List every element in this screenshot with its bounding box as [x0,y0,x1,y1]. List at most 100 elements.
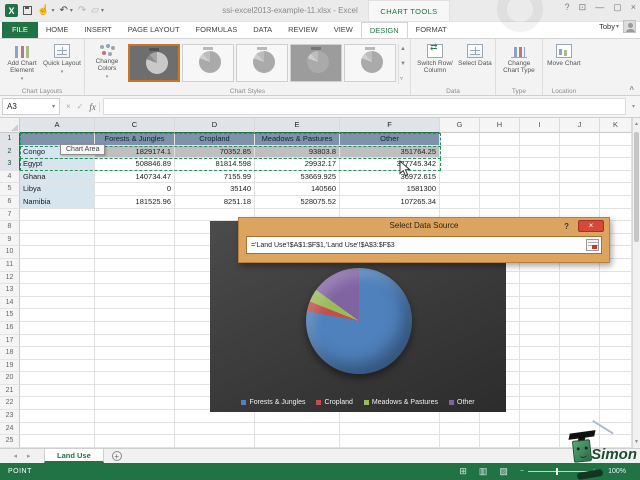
row-header-17[interactable]: 17 [0,334,20,348]
cell-C5[interactable]: 0 [95,183,175,196]
cell-H24[interactable] [480,422,520,436]
column-header-D[interactable]: D [175,118,255,133]
cell-A15[interactable] [20,309,95,322]
cell-J22[interactable] [560,397,600,411]
column-header-K[interactable]: K [600,118,632,133]
cell-G3[interactable] [440,158,480,171]
cell-I21[interactable] [520,384,560,398]
cell-E4[interactable]: 53669.925 [255,170,340,184]
redo-icon[interactable]: ↷ [78,5,86,17]
cell-I25[interactable] [520,435,560,448]
tab-data[interactable]: DATA [245,22,280,38]
cell-I12[interactable] [520,271,560,285]
cell-J6[interactable] [560,195,600,209]
cell-A9[interactable] [20,233,95,247]
gallery-down-icon[interactable]: ▼ [400,61,406,67]
row-header-13[interactable]: 13 [0,284,20,297]
cell-J18[interactable] [560,347,600,360]
cell-A18[interactable] [20,347,95,360]
cell-K25[interactable] [600,435,632,448]
cell-C22[interactable] [95,397,175,411]
cell-J17[interactable] [560,334,600,348]
row-header-11[interactable]: 11 [0,258,20,272]
quick-layout-button[interactable]: Quick Layout ▾ [43,42,81,76]
column-header-F[interactable]: F [340,118,440,133]
cell-F6[interactable]: 107265.34 [340,195,440,209]
cell-I3[interactable] [520,158,560,171]
dialog-help-button[interactable]: ? [564,219,569,235]
row-header-3[interactable]: 3 [0,158,20,171]
cell-C18[interactable] [95,347,175,360]
cell-G1[interactable] [440,133,480,146]
row-header-4[interactable]: 4 [0,170,20,184]
confirm-entry-icon[interactable]: ✓ [77,102,84,111]
style-light-1[interactable] [182,44,234,82]
cell-C13[interactable] [95,284,175,297]
tab-formulas[interactable]: FORMULAS [188,22,246,38]
cell-G4[interactable] [440,170,480,184]
cell-K18[interactable] [600,347,632,360]
cell-I16[interactable] [520,321,560,335]
vertical-scrollbar[interactable]: ▲ ▼ [632,118,640,448]
cell-I18[interactable] [520,347,560,360]
column-header-H[interactable]: H [480,118,520,133]
cell-C23[interactable] [95,410,175,423]
range-picker-icon[interactable] [586,239,599,251]
cell-E5[interactable]: 140560 [255,183,340,196]
cell-J21[interactable] [560,384,600,398]
cell-H1[interactable] [480,133,520,146]
cell-F3[interactable]: 377745.342 [340,158,440,171]
cell-K22[interactable] [600,397,632,411]
cell-D1[interactable]: Cropland [175,133,255,146]
cell-I14[interactable] [520,296,560,310]
cell-E2[interactable]: 93803.8 [255,145,340,159]
style-light-3[interactable] [344,44,396,82]
row-header-22[interactable]: 22 [0,397,20,411]
add-chart-element-button[interactable]: Add Chart Element ▾ [3,42,41,83]
cell-K16[interactable] [600,321,632,335]
change-chart-type-button[interactable]: Change Chart Type [499,42,539,74]
zoom-level[interactable]: 100% [608,468,626,475]
cell-A6[interactable]: Namibia [20,195,95,209]
cell-C4[interactable]: 140734.47 [95,170,175,184]
cell-K2[interactable] [600,145,632,159]
cell-A17[interactable] [20,334,95,348]
cell-G6[interactable] [440,195,480,209]
cell-I5[interactable] [520,183,560,196]
cell-A25[interactable] [20,435,95,448]
cell-D3[interactable]: 81814.598 [175,158,255,171]
cell-C24[interactable] [95,422,175,436]
cell-K19[interactable] [600,359,632,373]
cell-D24[interactable] [175,422,255,436]
cell-K12[interactable] [600,271,632,285]
cell-J1[interactable] [560,133,600,146]
maximize-button[interactable]: ▢ [613,2,622,13]
cell-K24[interactable] [600,422,632,436]
cell-K3[interactable] [600,158,632,171]
cell-C15[interactable] [95,309,175,322]
cell-J24[interactable] [560,422,600,436]
cell-A23[interactable] [20,410,95,423]
scrollbar-thumb[interactable] [634,132,639,242]
row-header-8[interactable]: 8 [0,221,20,234]
cell-J12[interactable] [560,271,600,285]
save-icon[interactable] [23,6,32,15]
select-all-corner[interactable] [0,118,20,133]
cell-G5[interactable] [440,183,480,196]
cell-A8[interactable] [20,221,95,234]
expand-formula-bar-icon[interactable]: ▾ [629,103,638,110]
cell-K15[interactable] [600,309,632,322]
cell-K13[interactable] [600,284,632,297]
row-header-6[interactable]: 6 [0,195,20,209]
cell-C9[interactable] [95,233,175,247]
row-header-23[interactable]: 23 [0,410,20,423]
cell-C21[interactable] [95,384,175,398]
cell-H25[interactable] [480,435,520,448]
cell-A12[interactable] [20,271,95,285]
cell-J2[interactable] [560,145,600,159]
cell-A10[interactable] [20,246,95,259]
cell-I6[interactable] [520,195,560,209]
select-data-button[interactable]: Select Data [458,42,492,67]
cell-H2[interactable] [480,145,520,159]
cell-A16[interactable] [20,321,95,335]
